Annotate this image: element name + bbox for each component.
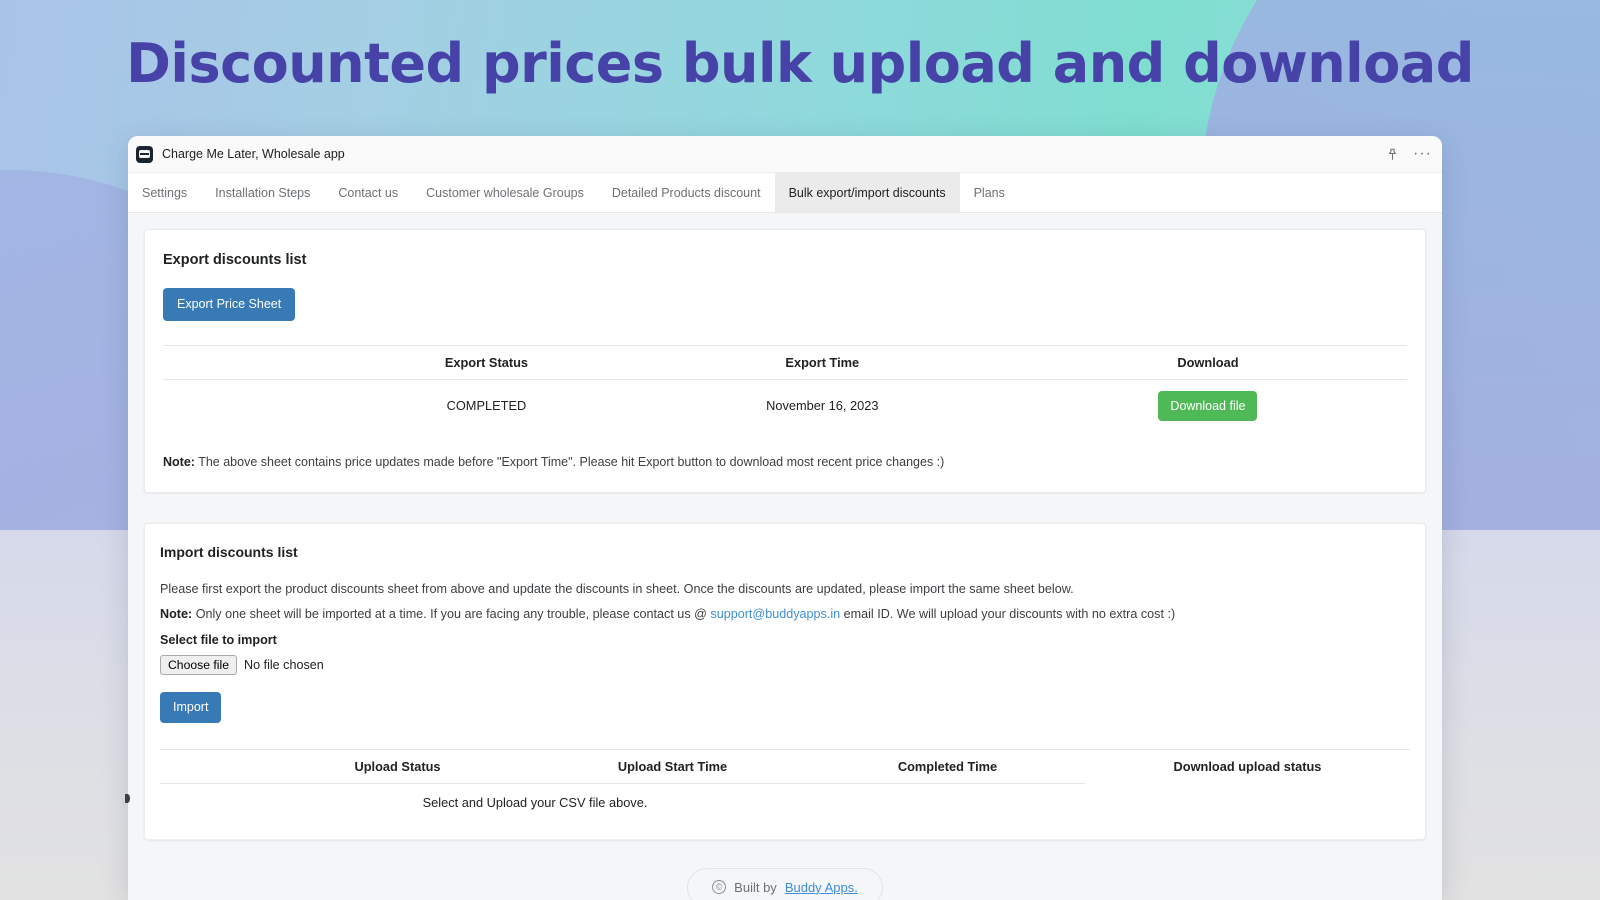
import-button[interactable]: Import: [160, 692, 222, 723]
import-col-spacer: [160, 748, 260, 784]
built-by-pill: © Built by Buddy Apps.: [687, 867, 883, 900]
content-area: Export discounts list Export Price Sheet…: [128, 213, 1442, 900]
tab-detailed-products-discount[interactable]: Detailed Products discount: [598, 173, 775, 212]
buddy-apps-link[interactable]: Buddy Apps.: [785, 880, 858, 895]
tab-bulk-export-import-discounts[interactable]: Bulk export/import discounts: [774, 173, 960, 212]
export-price-sheet-button[interactable]: Export Price Sheet: [163, 288, 296, 321]
export-discounts-card: Export discounts list Export Price Sheet…: [144, 229, 1426, 493]
app-title: Charge Me Later, Wholesale app: [162, 147, 345, 161]
export-cell-spacer: [163, 379, 337, 432]
import-status-table: Upload Status Upload Start Time Complete…: [160, 748, 1410, 821]
tab-customer-wholesale-groups[interactable]: Customer wholesale Groups: [412, 173, 598, 212]
export-col-spacer: [163, 344, 338, 380]
credit-card-icon: [136, 145, 153, 163]
import-note: Note: Only one sheet will be imported at…: [160, 605, 1410, 624]
footer: © Built by Buddy Apps.: [144, 867, 1426, 900]
import-col-completed-time: Completed Time: [810, 748, 1085, 784]
export-note: Note: The above sheet contains price upd…: [163, 454, 1407, 472]
import-table-header-row: Upload Status Upload Start Time Complete…: [160, 748, 1410, 784]
export-card-title: Export discounts list: [163, 252, 307, 268]
tab-plans[interactable]: Plans: [960, 173, 1019, 212]
import-empty-message: Select and Upload your CSV file above.: [422, 794, 648, 810]
import-col-download-upload-status: Download upload status: [1085, 748, 1410, 784]
status-badge: COMPLETED: [446, 398, 527, 414]
copyright-icon: ©: [712, 880, 727, 895]
import-button-row: Import: [160, 692, 1410, 723]
pin-icon[interactable]: [1386, 148, 1399, 161]
file-input-row[interactable]: Choose file No file chosen: [160, 655, 1410, 676]
page-title: Discounted prices bulk upload and downlo…: [126, 32, 1474, 95]
tab-settings[interactable]: Settings: [128, 173, 201, 212]
export-col-time: Export Time: [635, 344, 1009, 380]
window-titlebar: Charge Me Later, Wholesale app ···: [128, 136, 1442, 173]
select-file-label: Select file to import: [160, 633, 277, 648]
choose-file-button[interactable]: Choose file: [160, 655, 237, 676]
import-empty-cell-3: [810, 783, 1085, 821]
export-table-header-row: Export Status Export Time Download: [163, 344, 1407, 380]
import-card-title: Import discounts list: [160, 543, 298, 560]
import-empty-cell-4: [1085, 783, 1410, 821]
ellipsis-icon[interactable]: ···: [1413, 146, 1432, 162]
import-note-after-link: email ID. We will upload your discounts …: [840, 607, 1176, 622]
tab-strip: Settings Installation Steps Contact us C…: [128, 173, 1442, 213]
import-empty-spacer: [160, 783, 260, 821]
table-row: Select and Upload your CSV file above.: [160, 783, 1410, 821]
export-col-download: Download: [1008, 344, 1407, 380]
export-time-value: November 16, 2023: [766, 398, 879, 414]
tab-installation-steps[interactable]: Installation Steps: [201, 173, 324, 212]
import-col-upload-start-time: Upload Start Time: [535, 748, 810, 784]
table-row: COMPLETED November 16, 2023 Download fil…: [163, 379, 1407, 432]
import-note-label: Note:: [160, 607, 193, 622]
app-window: Charge Me Later, Wholesale app ··· Setti…: [128, 136, 1442, 900]
export-note-text: The above sheet contains price updates m…: [198, 455, 945, 469]
export-col-status: Export Status: [337, 344, 636, 380]
file-status-text: No file chosen: [243, 658, 324, 673]
import-intro-text: Please first export the product discount…: [160, 581, 1074, 596]
export-status-table: Export Status Export Time Download COMPL…: [163, 344, 1407, 433]
decorative-dot: [125, 794, 130, 803]
export-note-label: Note:: [163, 455, 195, 469]
download-file-cell: Download file: [1009, 379, 1407, 432]
download-file-button[interactable]: Download file: [1158, 390, 1258, 421]
built-by-label: Built by: [734, 879, 777, 895]
tab-contact-us[interactable]: Contact us: [324, 173, 412, 212]
import-col-upload-status: Upload Status: [260, 748, 535, 784]
import-discounts-card: Import discounts list Please first expor…: [144, 522, 1426, 840]
import-note-before-link: Only one sheet will be imported at a tim…: [195, 607, 711, 622]
support-email-link[interactable]: support@buddyapps.in: [710, 607, 840, 621]
export-button-row: Export Price Sheet: [163, 288, 1407, 321]
